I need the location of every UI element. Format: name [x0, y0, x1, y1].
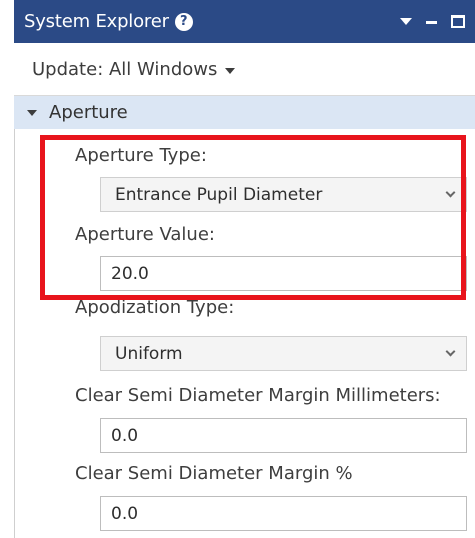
aperture-type-value: Entrance Pupil Diameter — [115, 184, 323, 205]
aperture-type-select[interactable]: Entrance Pupil Diameter — [100, 177, 467, 212]
maximize-icon[interactable] — [451, 15, 465, 28]
update-windows-dropdown[interactable]: Update: All Windows — [32, 58, 236, 80]
clear-semi-pct-input[interactable]: 0.0 — [100, 496, 467, 531]
aperture-value-label: Aperture Value: — [75, 224, 215, 245]
clear-semi-pct-text: 0.0 — [111, 503, 139, 524]
minimize-icon[interactable] — [426, 21, 437, 24]
section-title: Aperture — [49, 102, 128, 123]
aperture-value-text: 20.0 — [111, 263, 149, 284]
window-controls — [400, 0, 465, 43]
update-windows-label: Update: All Windows — [32, 58, 218, 80]
apodization-type-select[interactable]: Uniform — [100, 336, 467, 371]
panel-titlebar: System Explorer ? — [14, 0, 475, 43]
section-header-aperture[interactable]: Aperture — [14, 96, 475, 129]
apodization-type-value: Uniform — [115, 343, 183, 364]
chevron-down-icon — [445, 187, 456, 198]
aperture-type-label: Aperture Type: — [75, 145, 207, 166]
panel-toolbar: Update: All Windows — [14, 43, 475, 96]
chevron-down-icon — [445, 346, 456, 357]
panel-left-border — [14, 129, 15, 538]
collapse-triangle-icon[interactable] — [27, 109, 37, 116]
clear-semi-mm-text: 0.0 — [111, 425, 139, 446]
panel-title: System Explorer — [24, 11, 169, 32]
help-icon[interactable]: ? — [174, 12, 193, 31]
clear-semi-mm-label: Clear Semi Diameter Margin Millimeters: — [75, 385, 441, 406]
caret-down-icon — [225, 67, 236, 74]
apodization-type-label: Apodization Type: — [75, 297, 235, 318]
aperture-value-input[interactable]: 20.0 — [100, 256, 467, 291]
system-explorer-panel: System Explorer ? Update: All Windows Ap… — [14, 0, 475, 538]
clear-semi-pct-label: Clear Semi Diameter Margin % — [75, 463, 353, 484]
dropdown-menu-icon[interactable] — [400, 18, 412, 25]
clear-semi-mm-input[interactable]: 0.0 — [100, 418, 467, 453]
